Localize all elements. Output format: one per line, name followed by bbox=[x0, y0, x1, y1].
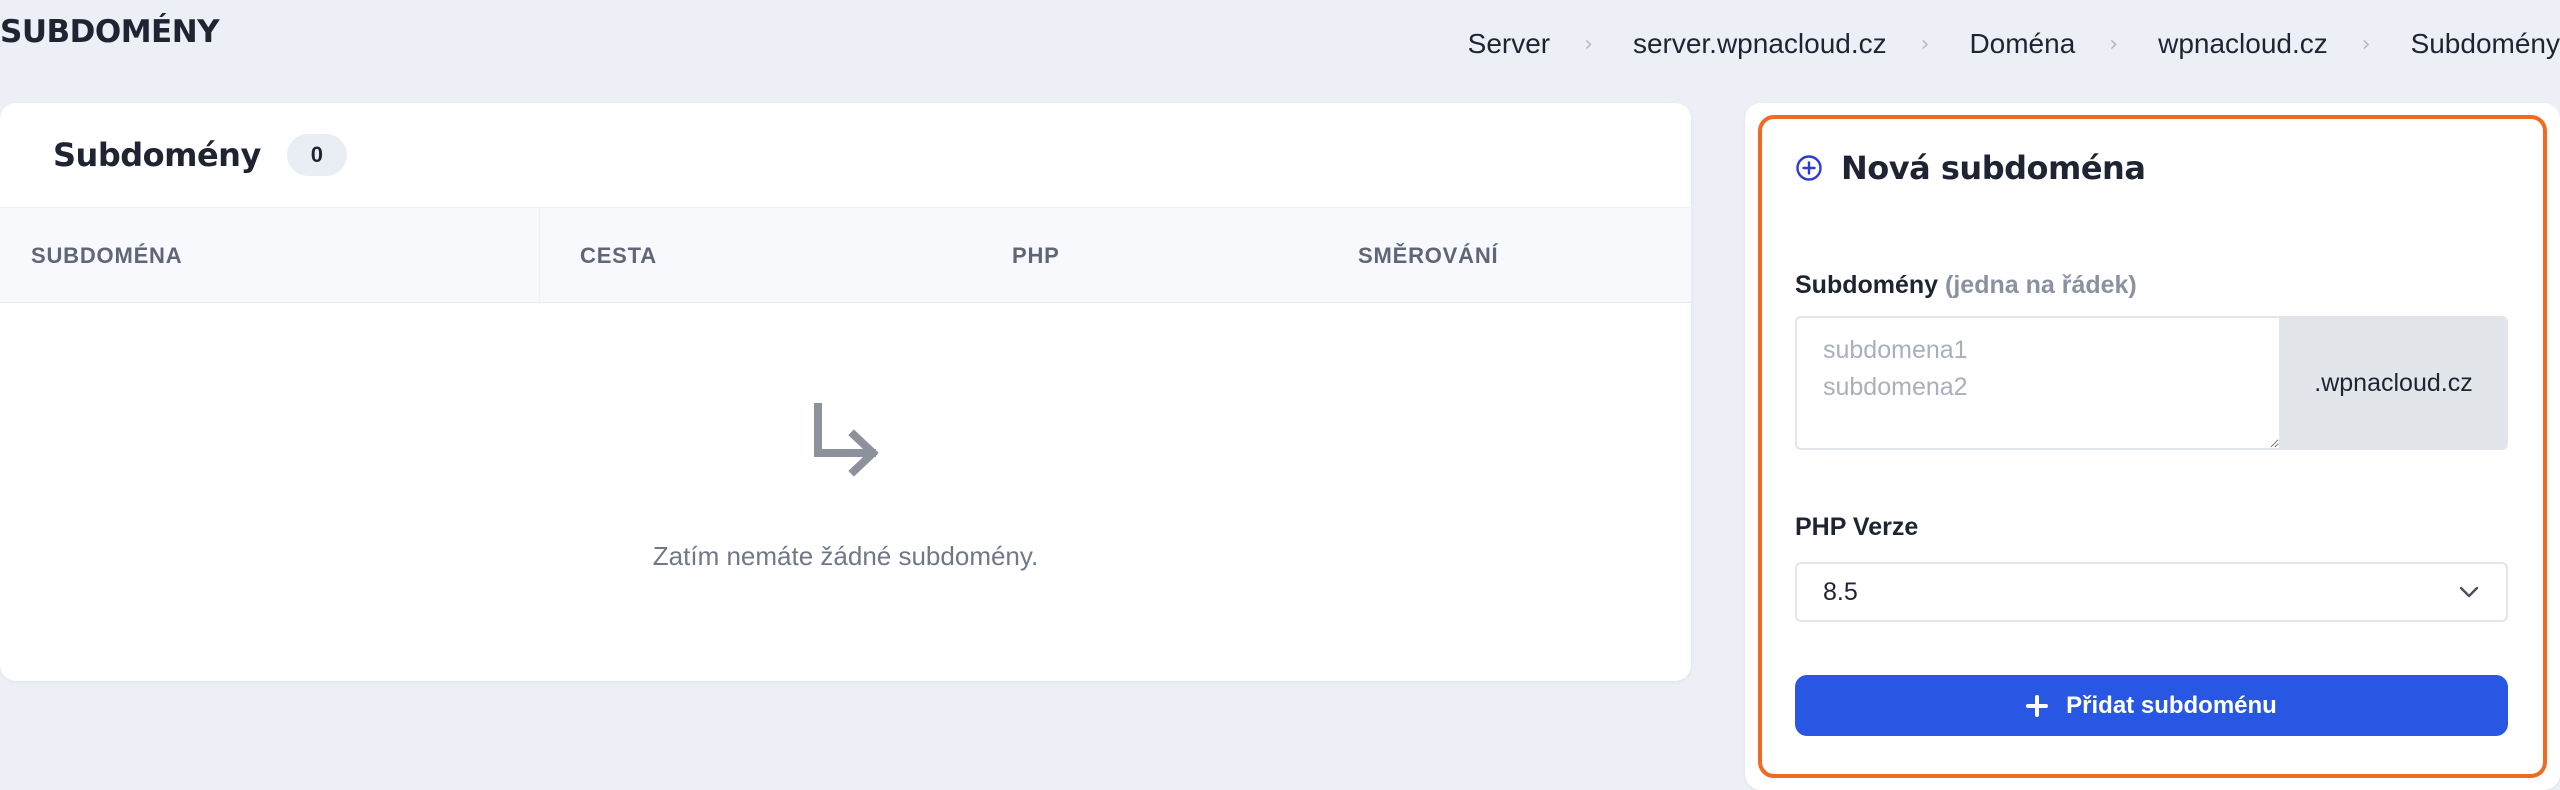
empty-message: Zatím nemáte žádné subdomény. bbox=[652, 541, 1039, 571]
chevron-down-icon bbox=[2459, 586, 2479, 598]
add-subdomain-button-label: Přidat subdoménu bbox=[2066, 691, 2277, 719]
breadcrumb-item-current: Subdomény bbox=[2410, 28, 2560, 59]
count-badge: 0 bbox=[286, 134, 347, 176]
form-header: Nová subdoména bbox=[1795, 149, 2146, 187]
add-subdomain-button[interactable]: Přidat subdoménu bbox=[1795, 675, 2508, 736]
table-header: SUBDOMÉNA CESTA PHP SMĚROVÁNÍ bbox=[0, 207, 1691, 304]
list-header: Subdomény 0 bbox=[0, 103, 1691, 207]
subdomains-label-hint: (jedna na řádek) bbox=[1945, 271, 2137, 299]
column-header-routing: SMĚROVÁNÍ bbox=[1358, 243, 1499, 268]
new-subdomain-form: Nová subdoména Subdomény (jedna na řádek… bbox=[1758, 115, 2547, 778]
chevron-right-icon: › bbox=[1920, 31, 1930, 57]
arrow-down-right-icon bbox=[813, 403, 879, 477]
column-header-php: PHP bbox=[1012, 243, 1060, 268]
column-divider bbox=[539, 208, 540, 304]
breadcrumb-item-domain-name[interactable]: wpnacloud.cz bbox=[2158, 28, 2328, 60]
subdomains-label-text: Subdomény bbox=[1795, 271, 1939, 299]
list-title: Subdomény bbox=[53, 136, 261, 174]
php-version-value: 8.5 bbox=[1823, 577, 1858, 606]
plus-icon bbox=[2026, 694, 2049, 717]
chevron-right-icon: › bbox=[2109, 31, 2119, 57]
breadcrumb-item-server[interactable]: Server bbox=[1468, 28, 1550, 60]
php-version-select[interactable]: 8.5 bbox=[1795, 562, 2508, 622]
subdomains-input-group: .wpnacloud.cz bbox=[1795, 316, 2508, 450]
subdomains-textarea[interactable] bbox=[1795, 316, 2279, 450]
breadcrumb: Server › server.wpnacloud.cz › Doména › … bbox=[1468, 28, 2560, 60]
breadcrumb-item-domain[interactable]: Doména bbox=[1969, 28, 2075, 60]
php-version-label: PHP Verze bbox=[1795, 513, 1919, 541]
chevron-right-icon: › bbox=[1584, 31, 1593, 57]
empty-state: Zatím nemáte žádné subdomény. bbox=[0, 403, 1691, 572]
column-header-path: CESTA bbox=[580, 243, 657, 268]
domain-suffix: .wpnacloud.cz bbox=[2279, 316, 2508, 450]
subdomain-list-card: Subdomény 0 SUBDOMÉNA CESTA PHP SMĚROVÁN… bbox=[0, 103, 1691, 681]
chevron-right-icon: › bbox=[2361, 31, 2371, 57]
column-header-subdomain: SUBDOMÉNA bbox=[31, 243, 183, 268]
plus-circle-icon bbox=[1796, 155, 1822, 181]
subdomains-label: Subdomény (jedna na řádek) bbox=[1795, 271, 2137, 300]
breadcrumb-item-server-name[interactable]: server.wpnacloud.cz bbox=[1633, 28, 1887, 60]
form-title: Nová subdoména bbox=[1841, 149, 2146, 187]
new-subdomain-card: Nová subdoména Subdomény (jedna na řádek… bbox=[1745, 103, 2560, 790]
page-title: SUBDOMÉNY bbox=[0, 14, 220, 50]
